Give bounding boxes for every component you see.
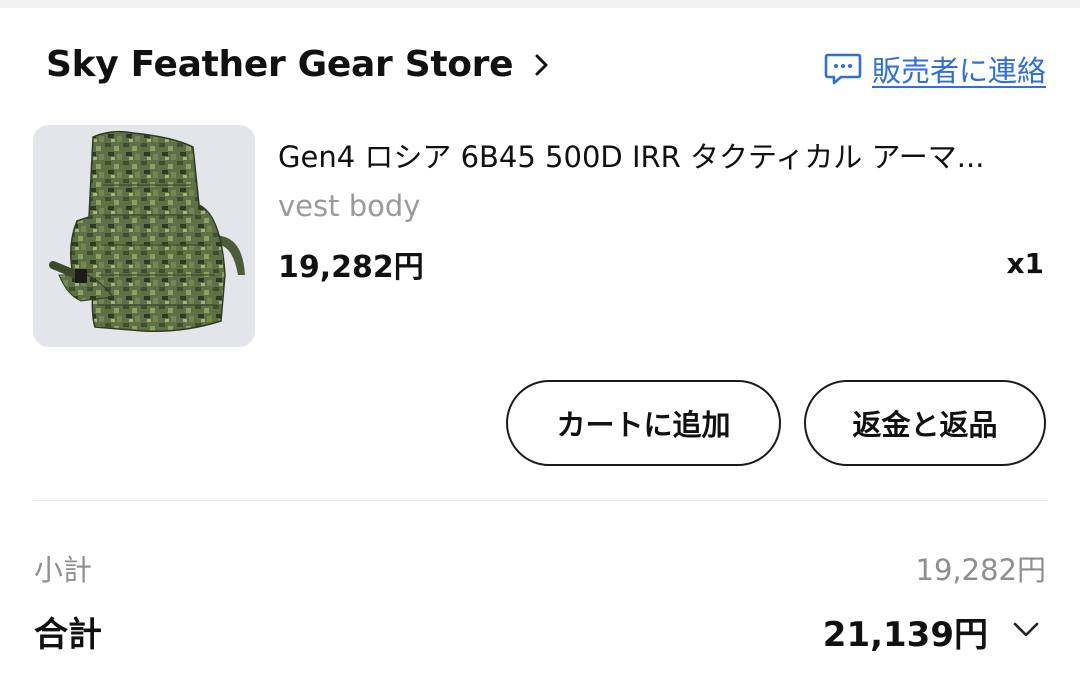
chevron-right-icon[interactable] bbox=[531, 54, 553, 76]
contact-seller-link[interactable]: 販売者に連絡 bbox=[824, 48, 1046, 90]
total-value[interactable]: 21,139円 bbox=[823, 607, 988, 656]
store-name[interactable]: Sky Feather Gear Store bbox=[46, 44, 514, 85]
camo-vest-icon bbox=[33, 125, 255, 347]
top-band bbox=[0, 0, 1080, 8]
total-label: 合計 bbox=[34, 615, 102, 655]
divider bbox=[33, 500, 1048, 501]
chat-icon bbox=[824, 53, 862, 85]
product-quantity: x1 bbox=[1006, 247, 1044, 280]
contact-seller-label[interactable]: 販売者に連絡 bbox=[872, 48, 1046, 90]
product-title[interactable]: Gen4 ロシア 6B45 500D IRR タクティカル アーマ... bbox=[278, 134, 1048, 176]
subtotal-value: 19,282円 bbox=[915, 553, 1046, 587]
chevron-down-icon[interactable] bbox=[1012, 618, 1040, 640]
store-header[interactable]: Sky Feather Gear Store bbox=[46, 44, 553, 85]
refund-return-button[interactable]: 返金と返品 bbox=[804, 380, 1046, 466]
subtotal-label: 小計 bbox=[34, 553, 93, 587]
product-price: 19,282円 bbox=[278, 250, 424, 285]
product-image[interactable] bbox=[33, 125, 255, 347]
add-to-cart-button[interactable]: カートに追加 bbox=[506, 380, 781, 466]
product-variant: vest body bbox=[278, 189, 421, 223]
